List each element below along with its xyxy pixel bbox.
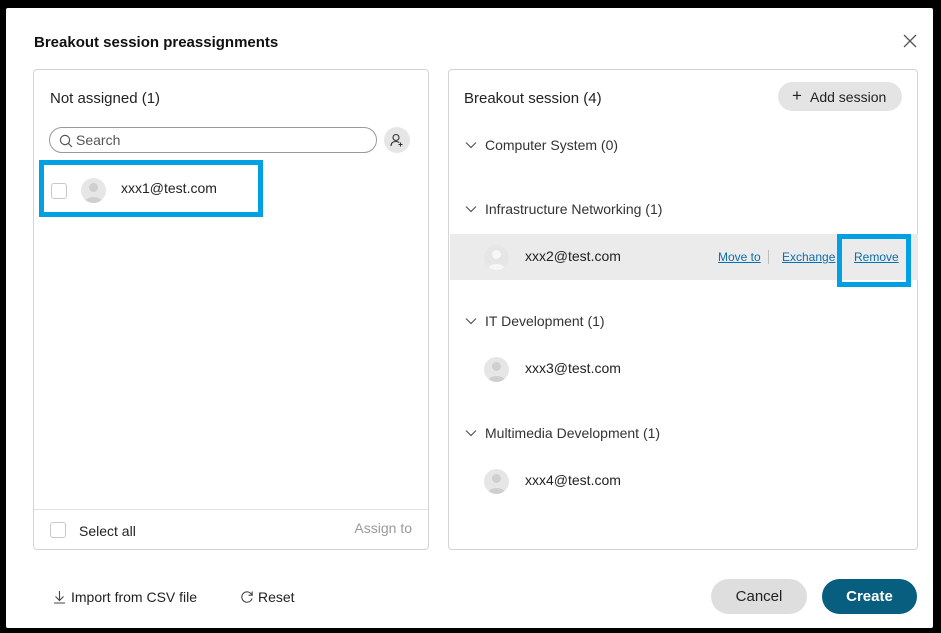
assign-to-button[interactable]: Assign to xyxy=(354,520,412,536)
exchange-link[interactable]: Exchange xyxy=(782,250,835,264)
add-session-button[interactable]: + Add session xyxy=(778,82,902,111)
search-icon xyxy=(59,134,73,148)
download-icon xyxy=(54,591,65,604)
avatar-icon xyxy=(484,245,509,270)
member-email: xxx3@test.com xyxy=(525,360,621,376)
search-box xyxy=(49,127,377,153)
highlight-box xyxy=(39,160,263,217)
not-assigned-title: Not assigned (1) xyxy=(50,90,161,107)
create-button[interactable]: Create xyxy=(822,579,917,614)
add-user-icon xyxy=(390,133,403,147)
chevron-down-icon xyxy=(465,142,477,149)
member-email: xxx4@test.com xyxy=(525,472,621,488)
move-to-link[interactable]: Move to xyxy=(718,250,761,264)
breakout-dialog: Breakout session preassignments Not assi… xyxy=(6,8,933,628)
reset-icon xyxy=(241,591,253,603)
session-name: Computer System (0) xyxy=(485,137,619,153)
search-input[interactable] xyxy=(76,130,366,150)
left-panel-footer: Select all Assign to xyxy=(34,509,428,550)
member-email: xxx2@test.com xyxy=(525,248,621,264)
session-name: Multimedia Development (1) xyxy=(485,425,661,441)
chevron-down-icon xyxy=(465,430,477,437)
import-csv-label: Import from CSV file xyxy=(71,589,198,605)
session-name: IT Development (1) xyxy=(485,313,605,329)
breakout-session-panel: Breakout session (4) + Add session Compu… xyxy=(448,69,918,550)
avatar-icon xyxy=(484,469,509,494)
divider xyxy=(768,250,769,264)
close-icon[interactable] xyxy=(901,32,919,50)
plus-icon: + xyxy=(792,86,802,105)
not-assigned-panel: Not assigned (1) xxx1@test.com Select al… xyxy=(33,69,429,550)
cancel-button[interactable]: Cancel xyxy=(711,579,807,614)
chevron-down-icon xyxy=(465,206,477,213)
dialog-title: Breakout session preassignments xyxy=(34,34,279,51)
session-name: Infrastructure Networking (1) xyxy=(485,201,663,217)
add-session-label: Add session xyxy=(810,89,887,105)
select-all-label: Select all xyxy=(79,523,136,539)
add-user-button[interactable] xyxy=(384,127,410,153)
reset-label: Reset xyxy=(258,589,295,605)
avatar-icon xyxy=(484,357,509,382)
breakout-session-title: Breakout session (4) xyxy=(464,90,602,107)
highlight-box xyxy=(837,234,911,287)
chevron-down-icon xyxy=(465,318,477,325)
select-all-checkbox[interactable] xyxy=(50,522,66,538)
